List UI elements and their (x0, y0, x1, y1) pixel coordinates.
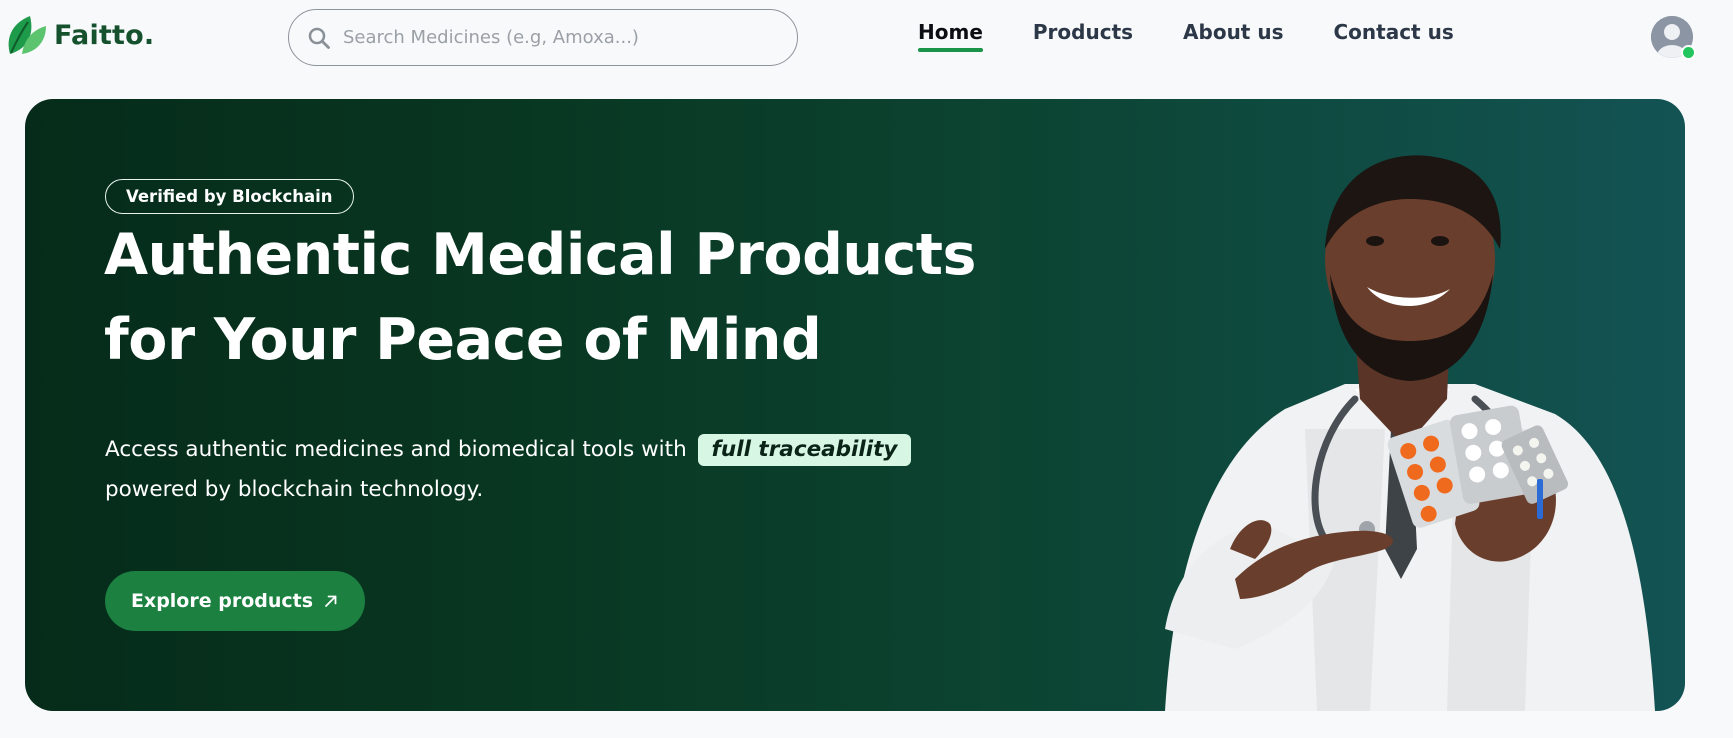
headline-line-2: for Your Peace of Mind (104, 307, 822, 373)
description-text: Access authentic medicines and biomedica… (105, 437, 687, 462)
nav-contact-us[interactable]: Contact us (1333, 20, 1453, 52)
search-icon (308, 27, 330, 49)
hero-description: Access authentic medicines and biomedica… (105, 430, 1005, 510)
headline-line-1: Authentic Medical Products (104, 222, 976, 288)
nav-products[interactable]: Products (1033, 20, 1133, 52)
brand-logo[interactable]: Faitto. (4, 14, 154, 56)
explore-products-label: Explore products (130, 590, 314, 612)
verified-badge: Verified by Blockchain (105, 179, 354, 214)
brand-name: Faitto. (54, 19, 155, 51)
search-bar[interactable] (288, 9, 798, 66)
main-nav: Home Products About us Contact us (918, 20, 1454, 52)
doctor-holding-pills-image (1165, 155, 1655, 711)
nav-about-us[interactable]: About us (1183, 20, 1283, 52)
search-input[interactable] (343, 27, 783, 48)
traceability-highlight: full traceability (697, 434, 912, 466)
arrow-up-right-icon (325, 595, 337, 607)
online-status-dot (1681, 45, 1696, 60)
description-line-2: powered by blockchain technology. (105, 477, 484, 502)
leaf-icon (8, 16, 46, 54)
explore-products-button[interactable]: Explore products (105, 571, 365, 631)
top-navbar: Faitto. Home Products About us Contact u… (0, 0, 1733, 75)
user-avatar[interactable] (1651, 16, 1696, 60)
description-line-1: Access authentic medicines and biomedica… (105, 430, 1005, 470)
hero-banner: Verified by Blockchain Authentic Medical… (25, 99, 1685, 711)
nav-home[interactable]: Home (918, 20, 983, 52)
hero-headline: Authentic Medical Products for Your Peac… (104, 213, 1004, 383)
